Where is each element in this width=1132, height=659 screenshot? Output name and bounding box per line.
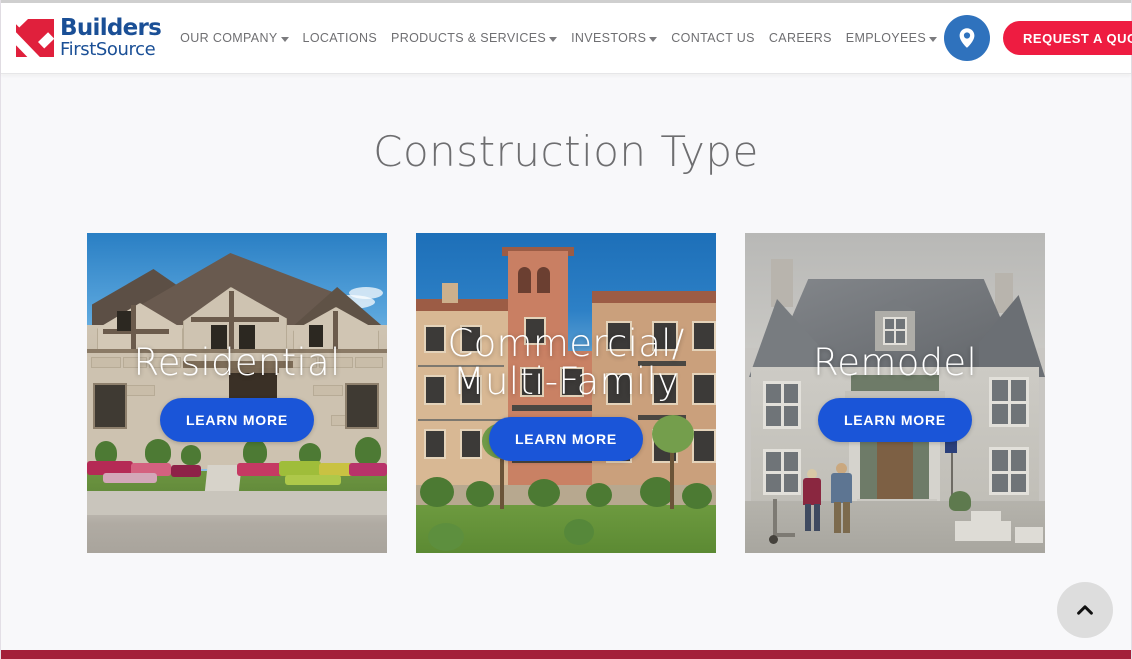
nav-item-careers[interactable]: CAREERS <box>762 31 839 45</box>
chevron-down-icon <box>549 36 558 42</box>
card-residential-title: Residential <box>133 340 341 384</box>
nav-item-label: CAREERS <box>768 31 832 45</box>
nav-item-investors[interactable]: INVESTORS <box>564 31 664 45</box>
nav-item-locations[interactable]: LOCATIONS <box>296 31 384 45</box>
map-pin-icon <box>959 28 975 48</box>
brand-logo-line2: FirstSource <box>60 39 156 60</box>
site-header: Builders FirstSource OUR COMPANY LOCATIO… <box>1 3 1132 74</box>
card-residential-overlay: Residential LEARN MORE <box>87 233 387 553</box>
nav-item-employees[interactable]: EMPLOYEES <box>839 31 944 45</box>
card-remodel-overlay: Remodel LEARN MORE <box>745 233 1045 553</box>
brand-logo[interactable]: Builders FirstSource <box>16 15 162 60</box>
card-remodel[interactable]: Remodel LEARN MORE <box>745 233 1045 553</box>
nav-item-our-company[interactable]: OUR COMPANY <box>173 31 295 45</box>
request-a-quote-button[interactable]: REQUEST A QUOTE <box>1003 21 1132 55</box>
nav-item-label: PRODUCTS & SERVICES <box>391 31 547 45</box>
card-residential[interactable]: Residential LEARN MORE <box>87 233 387 553</box>
card-remodel-title: Remodel <box>812 340 978 384</box>
header-actions: REQUEST A QUOTE MYi BFS BUILDER <box>944 12 1132 64</box>
nav-item-label: CONTACT US <box>671 31 755 45</box>
location-finder-button[interactable] <box>944 15 991 61</box>
card-commercial-overlay: Commercial/ Multi-Family LEARN MORE <box>416 233 716 553</box>
nav-item-label: OUR COMPANY <box>180 31 278 45</box>
card-commercial-multi-family[interactable]: Commercial/ Multi-Family LEARN MORE <box>416 233 716 553</box>
nav-item-label: LOCATIONS <box>302 31 378 45</box>
nav-item-products-services[interactable]: PRODUCTS & SERVICES <box>384 31 564 45</box>
page-title: Construction Type <box>373 127 759 176</box>
card-commercial-learn-more-button[interactable]: LEARN MORE <box>488 417 644 462</box>
main-navigation: OUR COMPANY LOCATIONS PRODUCTS & SERVICE… <box>173 31 944 45</box>
card-remodel-learn-more-button[interactable]: LEARN MORE <box>817 398 973 443</box>
nav-item-label: EMPLOYEES <box>845 31 927 45</box>
footer-accent-bar <box>1 650 1131 659</box>
brand-logo-line1: Builders <box>60 15 162 41</box>
card-commercial-title: Commercial/ Multi-Family <box>447 321 685 403</box>
chevron-down-icon <box>280 36 289 42</box>
card-commercial-title-line1: Commercial/ <box>447 321 685 365</box>
chevron-up-icon <box>1077 605 1093 615</box>
brand-logo-wordmark: Builders FirstSource <box>60 15 162 60</box>
nav-item-contact-us[interactable]: CONTACT US <box>664 31 762 45</box>
card-residential-learn-more-button[interactable]: LEARN MORE <box>159 398 315 443</box>
page-content: Construction Type Residential LEARN MORE… <box>1 75 1131 650</box>
chevron-down-icon <box>929 36 938 42</box>
construction-type-card-row: Residential LEARN MORE Commercial/ Multi… <box>1 233 1131 553</box>
scroll-to-top-button[interactable] <box>1057 582 1113 638</box>
chevron-down-icon <box>649 36 658 42</box>
nav-item-label: INVESTORS <box>571 31 647 45</box>
card-commercial-title-line2: Multi-Family <box>452 360 680 403</box>
bfs-chevron-mark-icon <box>16 19 54 57</box>
